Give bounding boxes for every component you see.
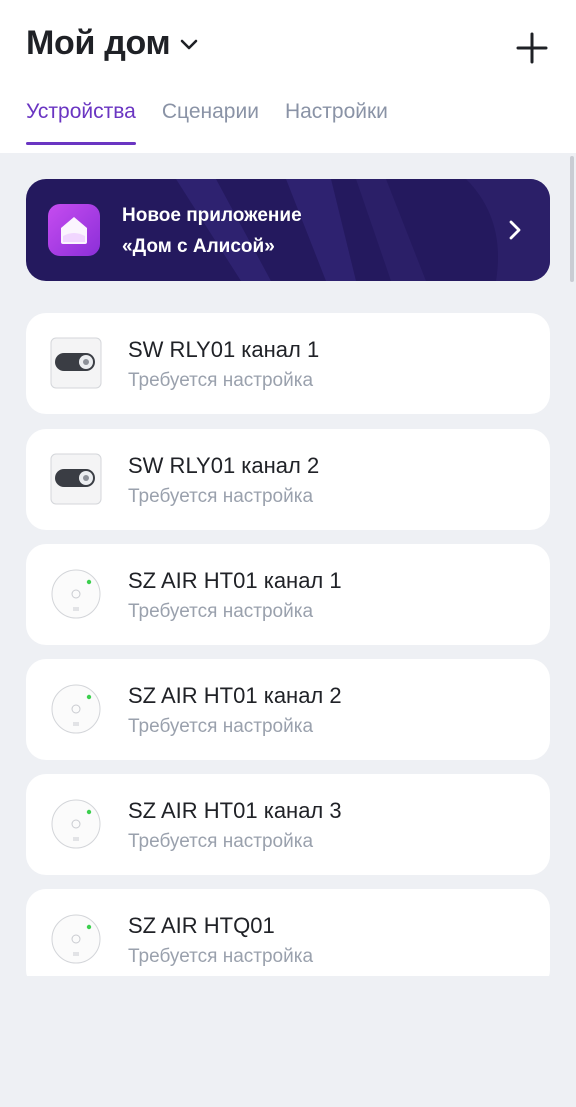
sensor-icon: [51, 914, 101, 964]
home-app-icon: [48, 204, 100, 256]
home-selector[interactable]: Мой дом: [26, 24, 200, 63]
device-name: SZ AIR HT01 канал 3: [128, 798, 342, 823]
device-name: SW RLY01 канал 2: [128, 453, 320, 478]
sensor-icon: [51, 799, 101, 849]
switch-icon: [50, 337, 102, 389]
device-card[interactable]: SW RLY01 канал 2 Требуется настройка: [26, 429, 550, 530]
device-status: Требуется настройка: [128, 370, 314, 391]
device-status: Требуется настройка: [128, 601, 314, 622]
banner-text: Новое приложение «Дом с Алисой»: [122, 200, 302, 262]
tab-settings[interactable]: Настройки: [285, 100, 388, 145]
device-status: Требуется настройка: [128, 946, 314, 967]
banner-line1: Новое приложение: [122, 205, 302, 226]
sensor-icon: [51, 684, 101, 734]
page-title: Мой дом: [26, 24, 171, 62]
new-app-banner[interactable]: Новое приложение «Дом с Алисой»: [26, 179, 550, 281]
device-name: SZ AIR HT01 канал 2: [128, 683, 342, 708]
device-status: Требуется настройка: [128, 831, 314, 852]
tab-devices[interactable]: Устройства: [26, 100, 136, 145]
plus-icon: [516, 32, 548, 64]
device-card[interactable]: SZ AIR HT01 канал 2 Требуется настройка: [26, 659, 550, 760]
device-name: SZ AIR HTQ01: [128, 913, 275, 938]
add-device-button[interactable]: [516, 32, 548, 64]
device-status: Требуется настройка: [128, 716, 314, 737]
bottom-area: [0, 976, 576, 1107]
chevron-down-icon: [178, 33, 200, 55]
device-status: Требуется настройка: [128, 486, 314, 507]
banner-line2: «Дом с Алисой»: [122, 236, 275, 257]
tab-scenarios[interactable]: Сценарии: [162, 100, 259, 145]
device-name: SW RLY01 канал 1: [128, 337, 320, 362]
device-card[interactable]: SZ AIR HTQ01 Требуется настройка: [26, 889, 550, 990]
tab-bar: Устройства Сценарии Настройки: [26, 100, 414, 145]
device-card[interactable]: SZ AIR HT01 канал 1 Требуется настройка: [26, 544, 550, 645]
app-header: Мой дом Устройства Сценарии Настройки: [0, 0, 576, 153]
device-name: SZ AIR HT01 канал 1: [128, 568, 342, 593]
device-card[interactable]: SW RLY01 канал 1 Требуется настройка: [26, 313, 550, 414]
scrollbar[interactable]: [570, 156, 574, 282]
chevron-right-icon: [509, 220, 521, 240]
sensor-icon: [51, 569, 101, 619]
switch-icon: [50, 453, 102, 505]
device-card[interactable]: SZ AIR HT01 канал 3 Требуется настройка: [26, 774, 550, 875]
